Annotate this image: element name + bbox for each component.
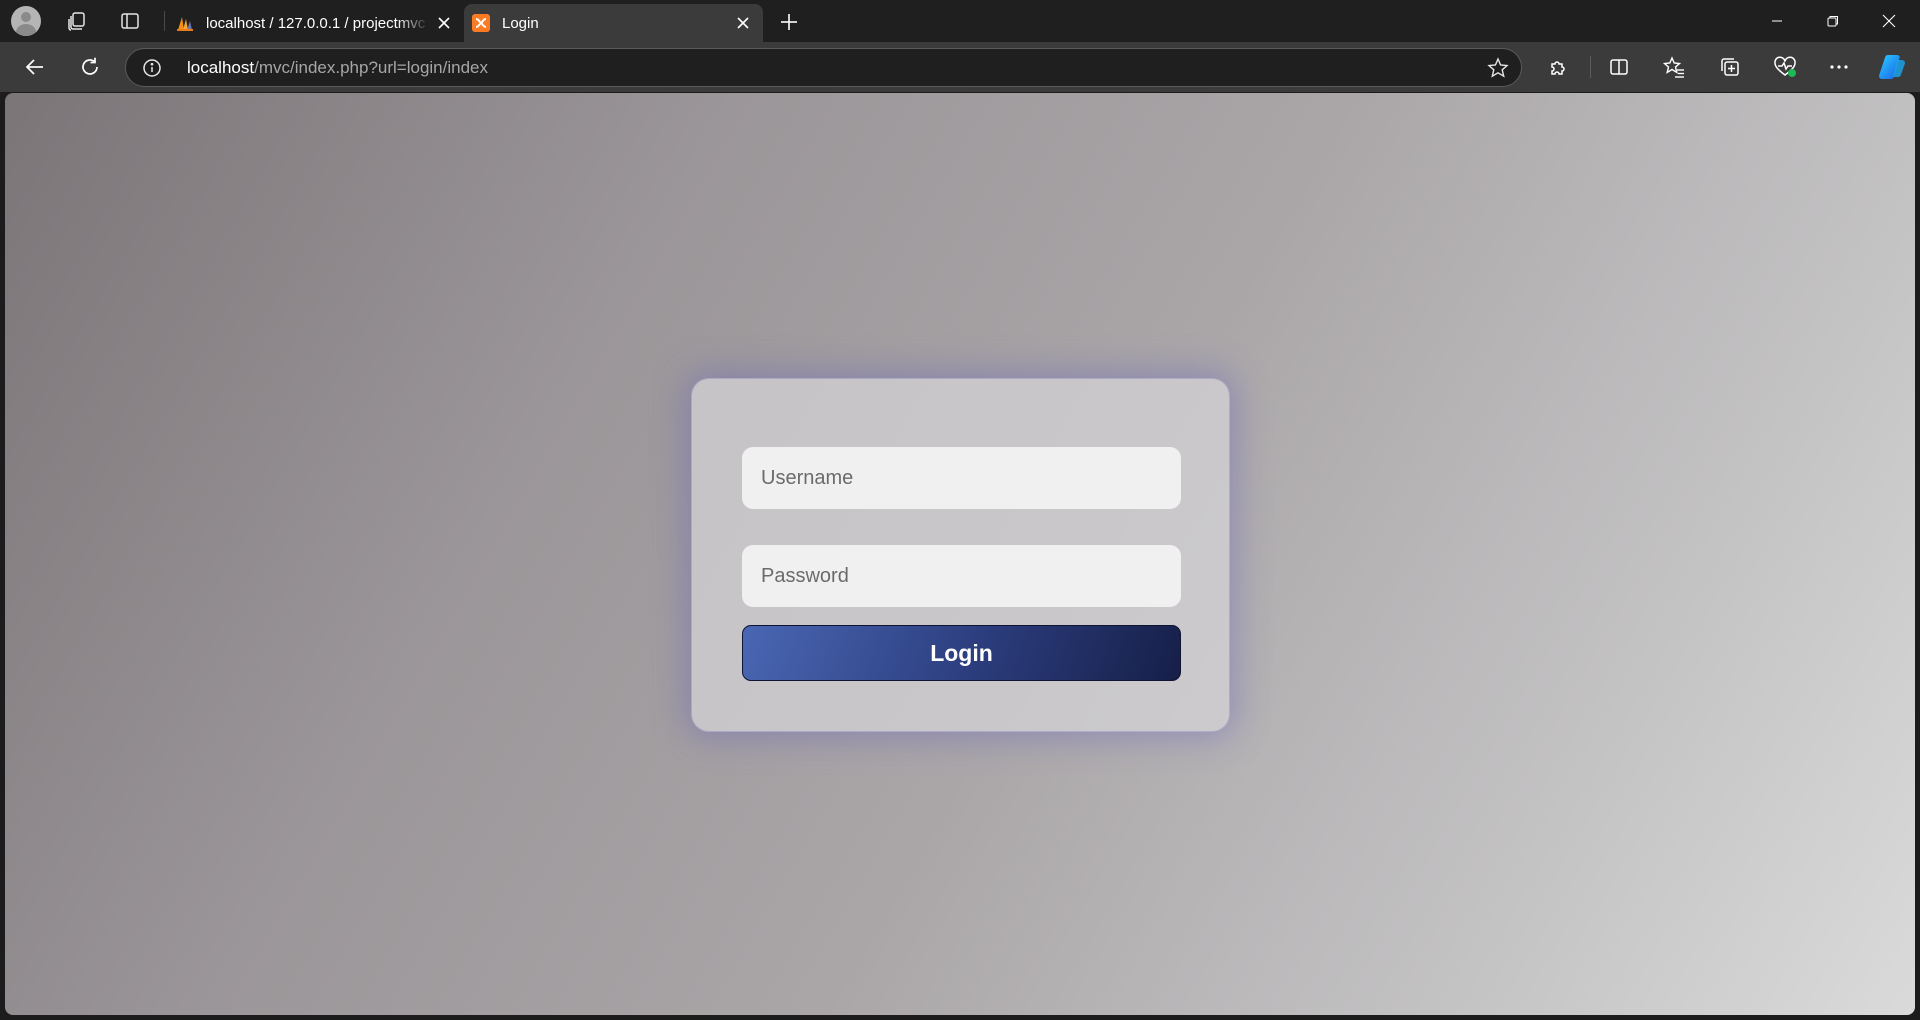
close-tab-icon[interactable] bbox=[729, 9, 757, 37]
profile-avatar-icon[interactable] bbox=[11, 6, 41, 36]
favorites-icon[interactable] bbox=[1657, 51, 1691, 83]
copilot-icon[interactable] bbox=[1876, 51, 1910, 83]
new-tab-button[interactable] bbox=[774, 7, 804, 37]
tab-title: localhost / 127.0.0.1 / projectmvc bbox=[206, 14, 426, 32]
minimize-window-icon[interactable] bbox=[1749, 0, 1805, 42]
tab-phpmyadmin[interactable]: localhost / 127.0.0.1 / projectmvc bbox=[168, 4, 464, 42]
split-screen-icon[interactable] bbox=[1602, 51, 1636, 83]
site-info-icon[interactable] bbox=[142, 58, 162, 78]
collections-icon[interactable] bbox=[1713, 51, 1747, 83]
phpmyadmin-icon bbox=[176, 14, 194, 32]
password-input[interactable]: Password bbox=[742, 545, 1181, 607]
login-button[interactable]: Login bbox=[742, 625, 1181, 681]
back-arrow-icon[interactable] bbox=[18, 51, 52, 83]
toolbar-divider bbox=[1590, 56, 1591, 78]
workspaces-icon[interactable] bbox=[62, 6, 92, 36]
username-input[interactable]: Username bbox=[742, 447, 1181, 509]
more-options-icon[interactable] bbox=[1822, 51, 1856, 83]
browser-essentials-icon[interactable] bbox=[1768, 51, 1802, 83]
close-tab-icon[interactable] bbox=[430, 9, 458, 37]
url-host: localhost bbox=[187, 58, 255, 77]
tab-strip: localhost / 127.0.0.1 / projectmvc Login bbox=[0, 0, 1920, 42]
login-card: Username Password Login bbox=[691, 378, 1230, 732]
extensions-icon[interactable] bbox=[1541, 51, 1575, 83]
tab-login[interactable]: Login bbox=[464, 4, 763, 42]
tab-actions-icon[interactable] bbox=[115, 6, 145, 36]
xampp-icon bbox=[472, 14, 490, 32]
restore-window-icon[interactable] bbox=[1805, 0, 1861, 42]
page-viewport: Username Password Login bbox=[5, 93, 1915, 1015]
tab-title: Login bbox=[502, 14, 539, 32]
browser-toolbar: localhost/mvc/index.php?url=login/index bbox=[0, 42, 1920, 92]
refresh-icon[interactable] bbox=[73, 51, 107, 83]
favorite-star-icon[interactable] bbox=[1487, 57, 1509, 79]
address-bar[interactable]: localhost/mvc/index.php?url=login/index bbox=[125, 48, 1522, 87]
close-window-icon[interactable] bbox=[1861, 0, 1917, 42]
tab-separator bbox=[164, 11, 165, 31]
url-text[interactable]: localhost/mvc/index.php?url=login/index bbox=[187, 58, 488, 78]
url-path: /mvc/index.php?url=login/index bbox=[254, 58, 489, 77]
